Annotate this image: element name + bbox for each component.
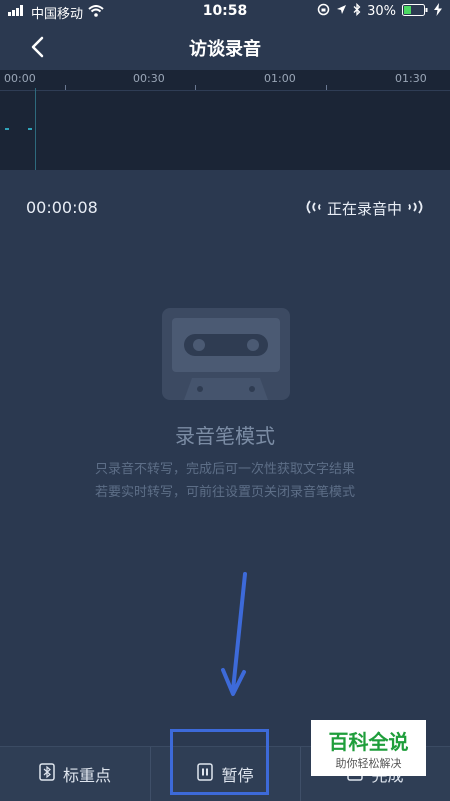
waveform-segment [28,128,32,130]
tick-mark [326,85,327,90]
mode-title: 录音笔模式 [175,424,275,448]
location-icon [336,4,347,19]
watermark-logo: 百科全说 助你轻松解决 [311,720,426,776]
timeline-ruler: 00:00 00:30 01:00 01:30 [0,70,450,91]
recording-status-row: 00:00:08 正在录音中 [0,198,450,222]
cassette-icon [162,308,290,400]
status-bar: 中国移动 10:58 30% [0,0,450,22]
page-title: 访谈录音 [189,39,261,60]
timeline-tick: 01:30 [395,72,427,85]
waveform-segment [5,128,9,130]
mode-description-line-1: 只录音不转写，完成后可一次性获取文字结果 [94,462,355,477]
mark-key-point-button[interactable]: 标重点 [0,747,150,801]
tick-mark [65,85,66,90]
playhead-cursor [35,88,36,170]
watermark-title: 百科全说 [328,730,409,754]
recording-timeline[interactable]: 00:00 00:30 01:00 01:30 [0,70,450,170]
recording-indicator: 正在录音中 [303,198,426,219]
bluetooth-mark-icon [39,763,55,785]
elapsed-time: 00:00:08 [26,198,98,217]
annotation-highlight-box [170,729,269,795]
sound-wave-right-icon [406,199,426,219]
watermark-subtitle: 助你轻松解决 [335,757,402,770]
nav-bar: 访谈录音 [0,22,450,70]
sound-wave-left-icon [303,199,323,219]
bluetooth-icon [353,2,361,20]
mark-key-point-label: 标重点 [62,766,111,785]
timeline-tick: 00:00 [4,72,36,85]
timeline-tick: 00:30 [133,72,165,85]
recording-status-label: 正在录音中 [326,200,402,218]
battery-icon [402,3,428,20]
mode-description-line-2: 若要实时转写，可前往设置页关闭录音笔模式 [94,485,355,500]
timeline-tick: 01:00 [264,72,296,85]
tick-mark [195,85,196,90]
orientation-lock-icon [317,3,330,20]
battery-percent: 30% [367,4,396,19]
charging-icon [434,3,442,20]
annotation-arrow-icon [220,572,250,700]
